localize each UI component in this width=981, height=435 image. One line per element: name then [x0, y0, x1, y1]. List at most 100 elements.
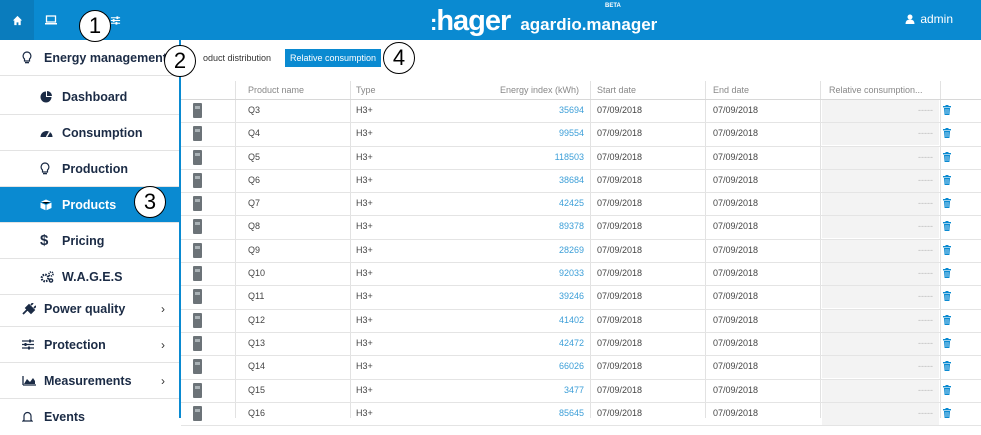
- sidebar-item-label: Measurements: [44, 373, 132, 388]
- trash-icon[interactable]: [943, 128, 951, 140]
- trash-icon[interactable]: [943, 221, 951, 233]
- product-name-cell: Q7: [248, 198, 261, 209]
- table-row[interactable]: Q5 H3+ 118503 07/09/2018 07/09/2018 -----: [181, 146, 981, 170]
- product-name-cell: Q5: [248, 151, 261, 162]
- chevron-right-icon: ›: [161, 338, 165, 352]
- area-chart-icon: [22, 376, 36, 386]
- table-row[interactable]: Q13 H3+ 42472 07/09/2018 07/09/2018 -----: [181, 332, 981, 357]
- trash-icon[interactable]: [943, 384, 951, 397]
- gauge-icon: [40, 131, 53, 138]
- beta-badge: BETA: [605, 3, 621, 9]
- energy-index-link[interactable]: 42425: [524, 198, 584, 208]
- end-date-cell: 07/09/2018: [713, 337, 759, 348]
- table-row[interactable]: Q6 H3+ 38684 07/09/2018 07/09/2018 -----: [181, 169, 981, 194]
- table-row[interactable]: Q4 H3+ 99554 07/09/2018 07/09/2018 -----: [181, 123, 981, 147]
- relative-consumption-cell: -----: [822, 123, 939, 146]
- energy-index-link[interactable]: 99554: [524, 128, 584, 138]
- sidebar-item-wages[interactable]: W.A.G.E.S: [0, 259, 179, 295]
- energy-index-link[interactable]: 66026: [524, 361, 584, 371]
- device-icon: [193, 289, 202, 305]
- device-icon: [193, 103, 202, 118]
- trash-icon[interactable]: [943, 268, 951, 280]
- energy-index-link[interactable]: 39246: [524, 291, 584, 301]
- end-date-cell: 07/09/2018: [713, 198, 759, 209]
- table-row[interactable]: Q12 H3+ 41402 07/09/2018 07/09/2018 -----: [181, 309, 981, 333]
- type-cell: H3+: [356, 221, 373, 232]
- trash-icon[interactable]: [943, 337, 951, 350]
- sidebar-item-production[interactable]: Production: [0, 151, 179, 187]
- sidebar-item-protection[interactable]: Protection ›: [0, 327, 179, 363]
- table-row[interactable]: Q7 H3+ 42425 07/09/2018 07/09/2018 -----: [181, 193, 981, 217]
- start-date-cell: 07/09/2018: [597, 198, 643, 209]
- sidebar-item-energy-management[interactable]: Energy management: [0, 40, 179, 76]
- sidebar-item-power-quality[interactable]: Power quality ›: [0, 291, 179, 327]
- column-header-relative-consumption[interactable]: Relative consumption...: [829, 85, 923, 95]
- start-date-cell: 07/09/2018: [597, 244, 643, 255]
- empty-value: -----: [918, 198, 933, 209]
- sidebar-item-pricing[interactable]: $ Pricing: [0, 223, 179, 259]
- trash-icon[interactable]: [943, 244, 951, 257]
- table-row[interactable]: Q3 H3+ 35694 07/09/2018 07/09/2018 -----: [181, 100, 981, 124]
- monitor-button[interactable]: [34, 0, 68, 40]
- product-name-cell: Q14: [248, 361, 266, 372]
- energy-index-link[interactable]: 89378: [524, 221, 584, 231]
- empty-value: -----: [918, 174, 933, 185]
- trash-icon[interactable]: [943, 174, 951, 187]
- tab-relative-consumption[interactable]: Relative consumption: [285, 49, 381, 67]
- user-menu[interactable]: admin: [905, 12, 953, 26]
- tab-product-distribution[interactable]: oduct distribution: [203, 53, 271, 63]
- energy-index-link[interactable]: 41402: [524, 315, 584, 325]
- sidebar-item-consumption[interactable]: Consumption: [0, 115, 179, 151]
- energy-index-link[interactable]: 28269: [524, 245, 584, 255]
- trash-icon[interactable]: [943, 361, 951, 373]
- start-date-cell: 07/09/2018: [597, 221, 643, 232]
- trash-icon[interactable]: [943, 198, 951, 210]
- type-cell: H3+: [356, 151, 373, 162]
- table-row[interactable]: Q14 H3+ 66026 07/09/2018 07/09/2018 -----: [181, 356, 981, 380]
- callout-4: 4: [383, 42, 415, 74]
- app-name: agardio.manager: [520, 15, 658, 34]
- empty-value: -----: [918, 151, 933, 162]
- sidebar-item-label: Products: [62, 197, 117, 212]
- start-date-cell: 07/09/2018: [597, 314, 643, 325]
- sidebar-item-dashboard[interactable]: Dashboard: [0, 79, 179, 115]
- sidebar-item-measurements[interactable]: Measurements ›: [0, 363, 179, 399]
- trash-icon[interactable]: [943, 151, 951, 164]
- table-row[interactable]: Q10 H3+ 92033 07/09/2018 07/09/2018 -----: [181, 263, 981, 287]
- device-icon: [193, 312, 202, 328]
- energy-index-link[interactable]: 118503: [524, 152, 584, 162]
- callout-3: 3: [134, 186, 166, 218]
- start-date-cell: 07/09/2018: [597, 291, 643, 302]
- home-button[interactable]: [0, 0, 34, 40]
- table-row[interactable]: Q11 H3+ 39246 07/09/2018 07/09/2018 -----: [181, 286, 981, 310]
- trash-icon[interactable]: [943, 314, 951, 327]
- trash-icon[interactable]: [943, 105, 951, 117]
- energy-index-link[interactable]: 85645: [524, 408, 584, 418]
- energy-index-link[interactable]: 38684: [524, 175, 584, 185]
- relative-consumption-cell: -----: [822, 286, 939, 309]
- trash-icon[interactable]: [943, 291, 951, 303]
- table-row[interactable]: Q15 H3+ 3477 07/09/2018 07/09/2018 -----: [181, 379, 981, 403]
- column-header-product-name[interactable]: Product name: [248, 85, 304, 95]
- column-header-start-date[interactable]: Start date: [597, 85, 636, 95]
- table-row[interactable]: Q9 H3+ 28269 07/09/2018 07/09/2018 -----: [181, 239, 981, 264]
- column-header-energy-index[interactable]: Energy index (kWh): [500, 85, 579, 95]
- column-header-type[interactable]: Type: [356, 85, 376, 95]
- empty-value: -----: [918, 291, 933, 302]
- hager-logo: :hager: [430, 6, 511, 38]
- table-row[interactable]: Q16 H3+ 85645 07/09/2018 07/09/2018 -----: [181, 402, 981, 427]
- type-cell: H3+: [356, 337, 373, 348]
- energy-index-link[interactable]: 42472: [524, 338, 584, 348]
- trash-icon[interactable]: [943, 407, 951, 420]
- sidebar-item-events[interactable]: Events: [0, 399, 179, 435]
- end-date-cell: 07/09/2018: [713, 268, 759, 279]
- table-body: Q3 H3+ 35694 07/09/2018 07/09/2018 ----- Q4 H3+…: [181, 100, 981, 427]
- energy-index-link[interactable]: 3477: [524, 385, 584, 395]
- column-header-end-date[interactable]: End date: [713, 85, 749, 95]
- table-row[interactable]: Q8 H3+ 89378 07/09/2018 07/09/2018 -----: [181, 216, 981, 240]
- empty-value: -----: [918, 407, 933, 418]
- energy-index-link[interactable]: 35694: [524, 105, 584, 115]
- sidebar-item-label: W.A.G.E.S: [62, 269, 123, 284]
- energy-index-link[interactable]: 92033: [524, 268, 584, 278]
- product-name-cell: Q16: [248, 407, 266, 418]
